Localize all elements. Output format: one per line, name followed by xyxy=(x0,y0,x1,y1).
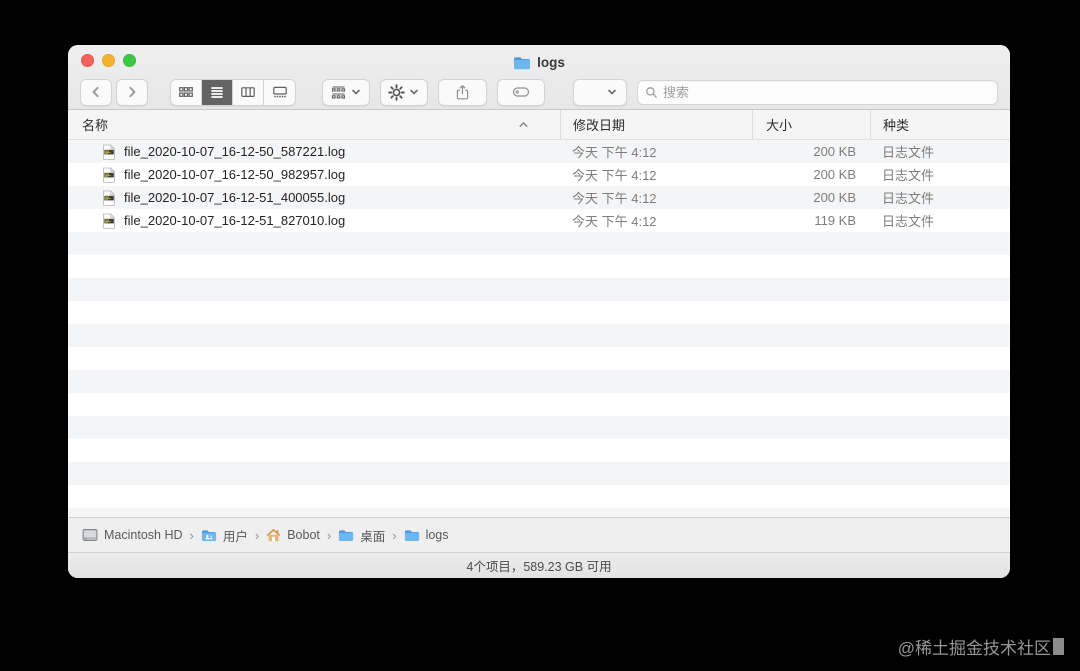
traffic-lights xyxy=(81,45,136,75)
close-button[interactable] xyxy=(81,53,94,67)
share-button[interactable] xyxy=(438,78,487,106)
chevron-down-icon xyxy=(606,86,618,98)
home-icon xyxy=(266,528,281,542)
file-name: file_2020-10-07_16-12-51_827010.log xyxy=(124,213,346,228)
chevron-down-icon xyxy=(408,86,420,98)
desktop-background: logs 搜索 名称 修改日期 大小 种类 file_2020-10-07_16… xyxy=(0,0,1080,671)
title-bar[interactable]: logs xyxy=(68,45,1010,75)
file-name: file_2020-10-07_16-12-50_982957.log xyxy=(124,167,346,182)
column-headers: 名称 修改日期 大小 种类 xyxy=(68,110,1010,140)
file-date: 今天 下午 4:12 xyxy=(572,214,657,229)
action-button[interactable] xyxy=(380,78,428,106)
file-name: file_2020-10-07_16-12-50_587221.log xyxy=(124,144,346,159)
path-bar: Macintosh HD › 用户 › Bobot › 桌面 › logs xyxy=(68,517,1010,552)
group-by-icon xyxy=(330,84,347,101)
gear-icon xyxy=(388,83,405,101)
group-button[interactable] xyxy=(322,78,370,106)
file-row[interactable]: file_2020-10-07_16-12-51_827010.log 今天 下… xyxy=(68,209,1010,232)
sort-ascending-icon xyxy=(517,118,530,131)
gallery-view-segment[interactable] xyxy=(264,80,295,105)
path-separator: › xyxy=(254,527,260,543)
folder-icon xyxy=(513,56,531,70)
gallery-view-icon xyxy=(272,84,288,100)
log-file-icon xyxy=(102,189,116,206)
column-header-kind[interactable]: 种类 xyxy=(870,110,1010,139)
log-file-icon xyxy=(102,143,116,160)
file-row[interactable]: file_2020-10-07_16-12-50_587221.log 今天 下… xyxy=(68,140,1010,163)
file-size: 200 KB xyxy=(813,167,856,182)
log-file-icon xyxy=(102,166,116,183)
path-item-users[interactable]: 用户 xyxy=(201,526,248,545)
watermark: @稀土掘金技术社区 xyxy=(898,634,1064,659)
folder-icon xyxy=(338,529,354,542)
file-kind: 日志文件 xyxy=(882,214,935,229)
watermark-text: @稀土掘金技术社区 xyxy=(897,639,1051,658)
log-file-icon xyxy=(102,212,116,229)
file-kind: 日志文件 xyxy=(882,168,935,183)
tag-button[interactable] xyxy=(497,78,545,106)
chevron-down-icon xyxy=(350,86,362,98)
path-separator: › xyxy=(189,527,194,543)
file-kind: 日志文件 xyxy=(882,191,935,206)
icon-view-segment[interactable] xyxy=(171,79,202,105)
drive-icon xyxy=(82,528,98,542)
status-bar: 4个项目，589.23 GB 可用 xyxy=(68,552,1010,578)
file-date: 今天 下午 4:12 xyxy=(572,168,657,183)
window-title-text: logs xyxy=(537,55,565,70)
file-size: 200 KB xyxy=(813,190,856,205)
column-header-size[interactable]: 大小 xyxy=(752,110,870,139)
search-field[interactable] xyxy=(637,79,998,105)
window-chrome: logs xyxy=(68,45,1010,110)
finder-window: logs 搜索 名称 修改日期 大小 种类 file_2020-10-07_16… xyxy=(68,45,1010,578)
file-date: 今天 下午 4:12 xyxy=(572,191,657,206)
tag-icon xyxy=(512,85,530,99)
window-title: logs xyxy=(513,50,565,70)
search-input[interactable] xyxy=(663,84,991,100)
users-folder-icon xyxy=(201,529,217,542)
file-size: 200 KB xyxy=(813,144,856,159)
column-view-segment[interactable] xyxy=(233,79,264,105)
watermark-cursor-block xyxy=(1053,638,1064,655)
list-view-icon xyxy=(209,84,225,100)
folder-icon xyxy=(404,529,420,542)
chevron-left-icon xyxy=(89,85,103,99)
forward-button[interactable] xyxy=(116,78,148,106)
path-item-logs[interactable]: logs xyxy=(404,528,449,542)
file-kind: 日志文件 xyxy=(882,145,935,160)
column-header-name[interactable]: 名称 xyxy=(68,110,560,139)
file-name: file_2020-10-07_16-12-51_400055.log xyxy=(124,190,346,205)
search-icon xyxy=(644,85,659,100)
status-text: 4个项目，589.23 GB 可用 xyxy=(466,560,612,574)
view-switcher xyxy=(170,78,296,106)
file-row[interactable]: file_2020-10-07_16-12-51_400055.log 今天 下… xyxy=(68,186,1010,209)
path-item-home[interactable]: Bobot xyxy=(266,528,320,542)
view-options-dropdown[interactable] xyxy=(573,78,627,106)
path-item-desktop[interactable]: 桌面 xyxy=(338,526,385,545)
toolbar xyxy=(68,75,1010,109)
column-view-icon xyxy=(240,84,256,100)
list-view-segment[interactable] xyxy=(202,79,233,105)
back-button[interactable] xyxy=(80,78,112,106)
icon-view-icon xyxy=(178,84,194,100)
path-item-macintosh-hd[interactable]: Macintosh HD xyxy=(82,528,183,542)
share-icon xyxy=(454,84,471,101)
file-list[interactable]: file_2020-10-07_16-12-50_587221.log 今天 下… xyxy=(68,140,1010,517)
minimize-button[interactable] xyxy=(102,53,115,67)
chevron-right-icon xyxy=(125,85,139,99)
path-separator: › xyxy=(326,527,332,543)
file-size: 119 KB xyxy=(814,213,856,228)
path-separator: › xyxy=(392,527,397,543)
fullscreen-button[interactable] xyxy=(123,53,136,67)
column-header-date[interactable]: 修改日期 xyxy=(560,110,752,139)
file-date: 今天 下午 4:12 xyxy=(572,145,657,160)
file-row[interactable]: file_2020-10-07_16-12-50_982957.log 今天 下… xyxy=(68,163,1010,186)
